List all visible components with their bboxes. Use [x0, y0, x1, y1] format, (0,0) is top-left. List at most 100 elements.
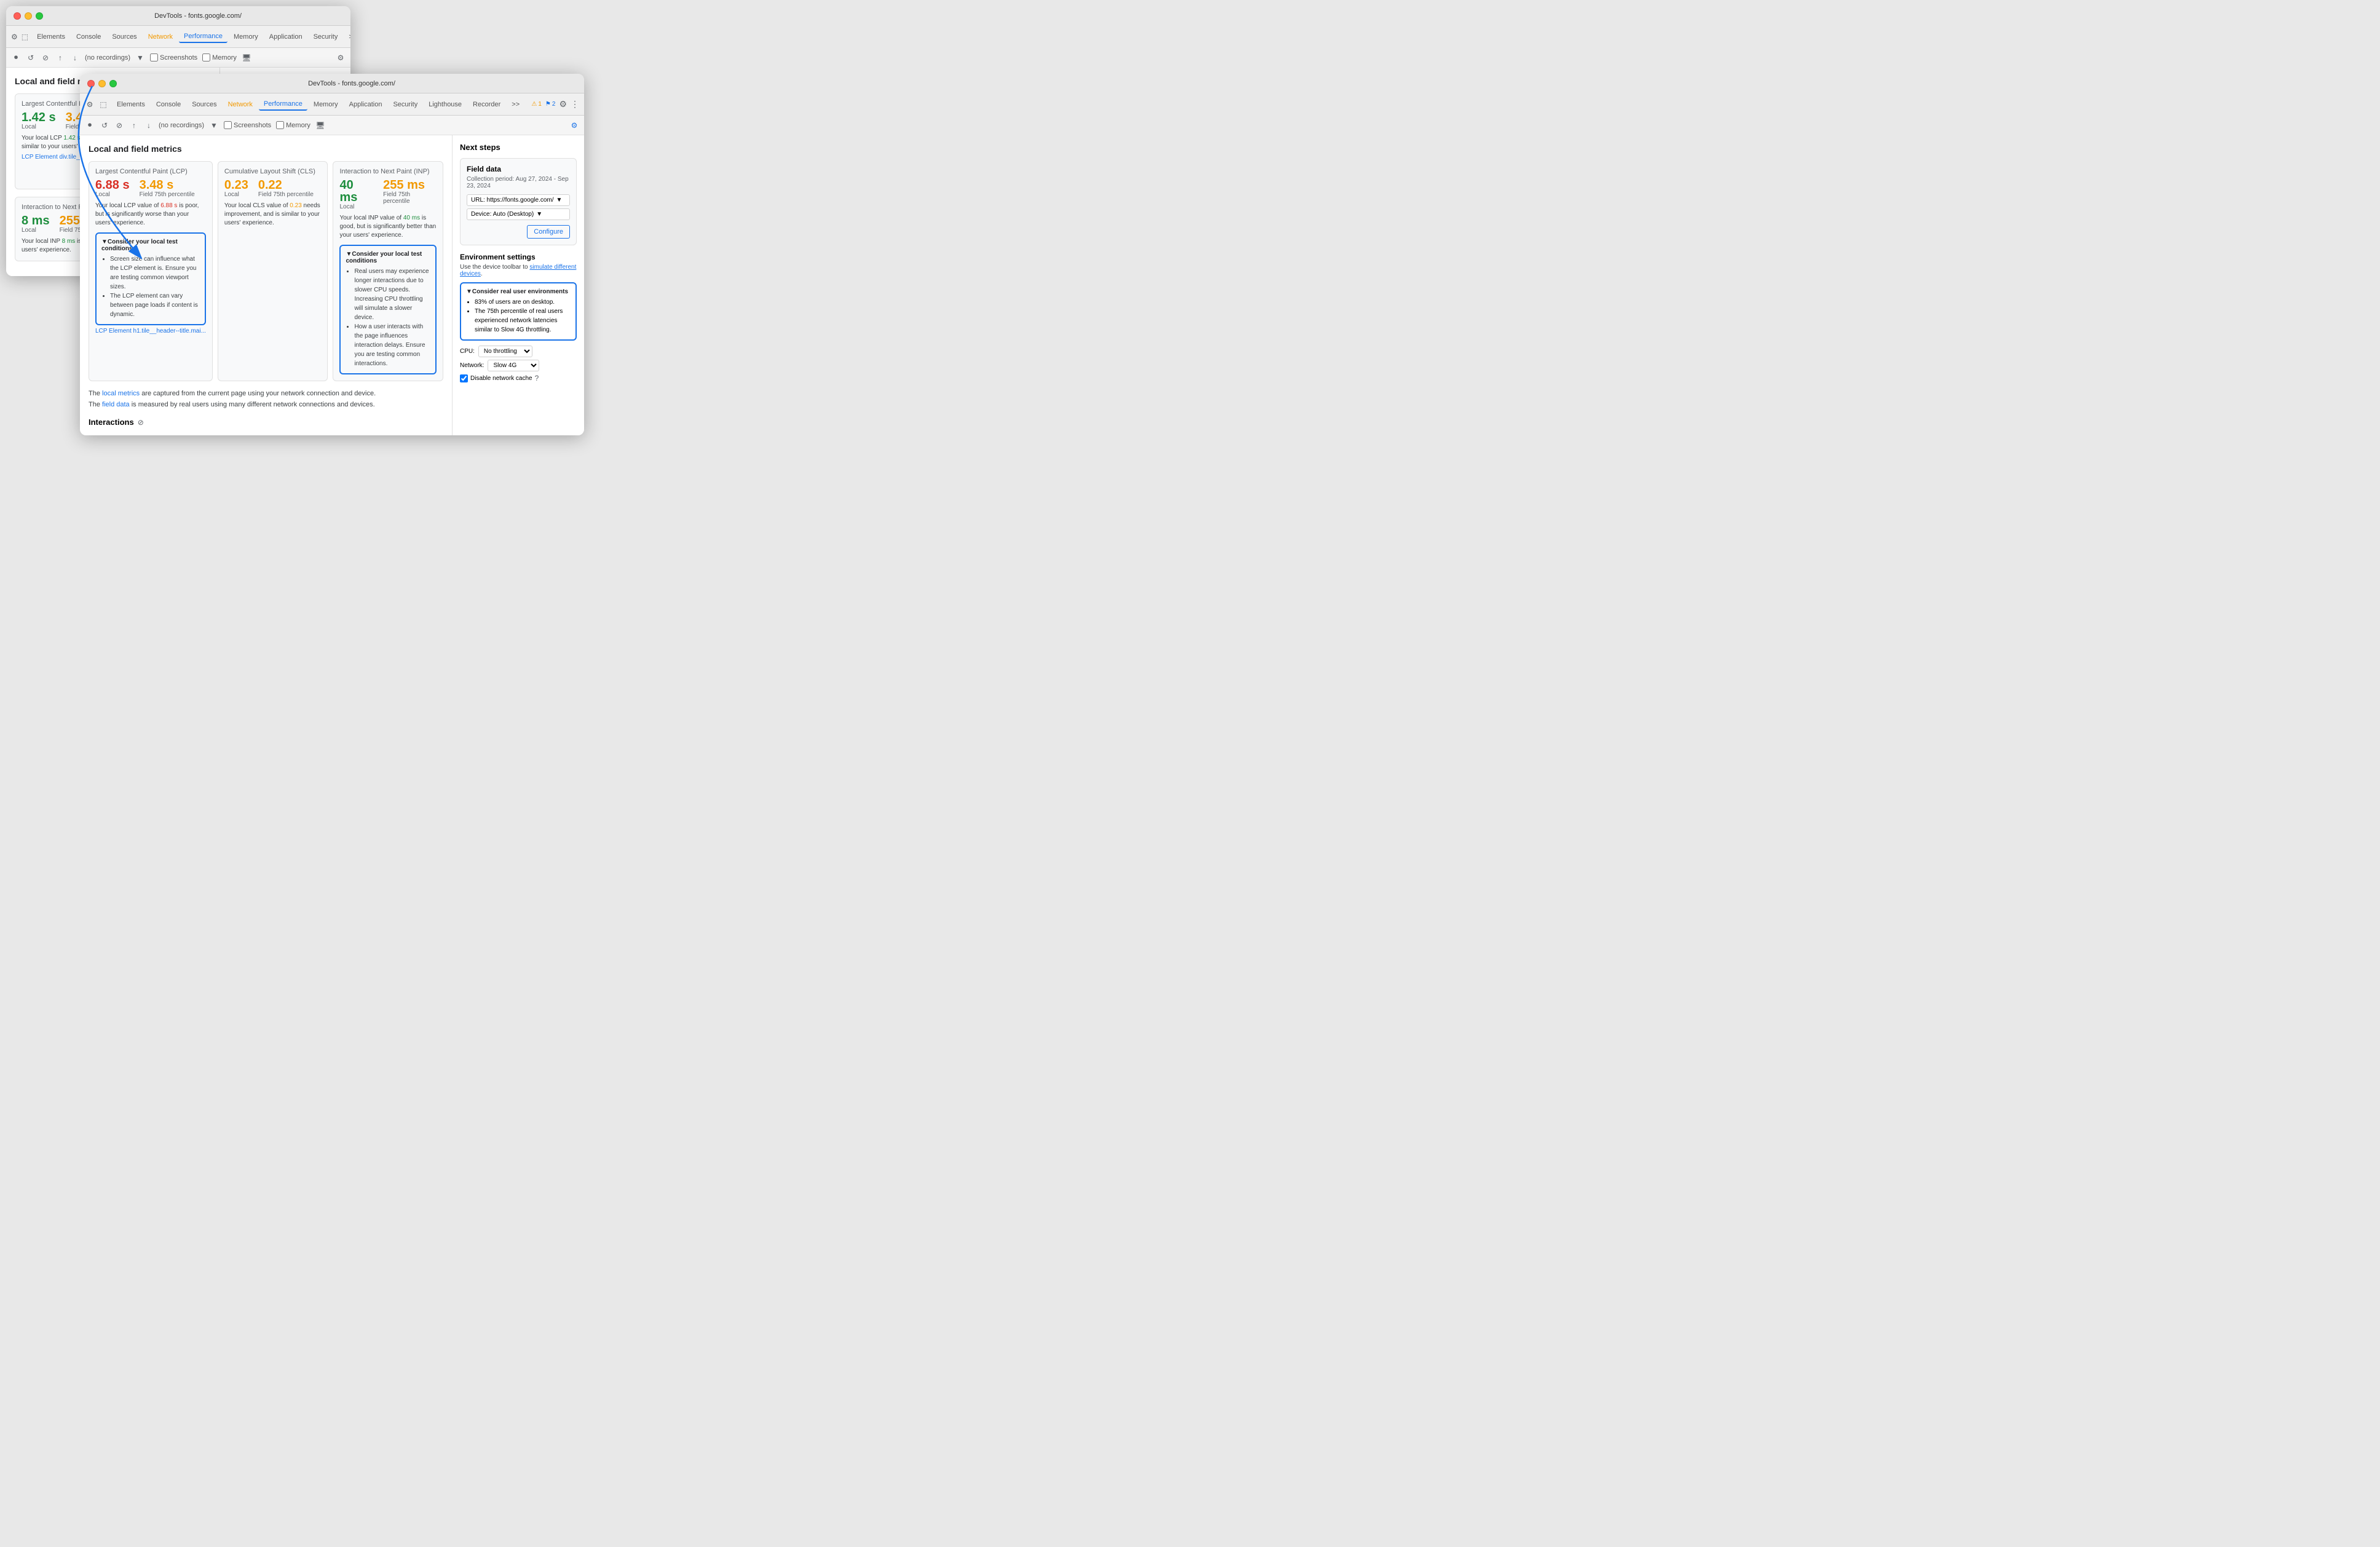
minimize-button-front[interactable]	[98, 80, 106, 87]
tab-memory-front[interactable]: Memory	[309, 99, 343, 110]
lcp-values-front: 6.88 s Local 3.48 s Field 75th percentil…	[95, 179, 206, 198]
inp-values-front: 40 ms Local 255 ms Field 75th percentile	[339, 179, 437, 210]
inp-consider-item-2: How a user interacts with the page influ…	[354, 322, 430, 368]
cpu-select[interactable]: No throttling 4x slowdown 6x slowdown	[478, 346, 532, 357]
local-metrics-link[interactable]: local metrics	[102, 390, 140, 397]
footer-text-front: The local metrics are captured from the …	[89, 389, 443, 410]
lcp-consider-box-front: ▼Consider your local test conditions Scr…	[95, 232, 206, 325]
lcp-field-group-front: 3.48 s Field 75th percentile	[140, 179, 195, 198]
cpu-icon-front[interactable]: 🖥	[315, 121, 325, 130]
inp-local-label-front: Local	[339, 204, 373, 210]
configure-button-front[interactable]: Configure	[527, 225, 570, 239]
inp-consider-item-1: Real users may experience longer interac…	[354, 267, 430, 322]
tab-security-front[interactable]: Security	[388, 99, 422, 110]
screenshots-label-front[interactable]: Screenshots	[224, 121, 271, 129]
devtools-icon[interactable]: ⚙	[11, 32, 18, 42]
no-recordings-front: (no recordings)	[159, 122, 204, 129]
lcp-local-label-back: Local	[22, 124, 56, 130]
record-button-back[interactable]: ⏺	[11, 53, 21, 63]
disable-cache-checkbox[interactable]	[460, 374, 468, 382]
close-button-front[interactable]	[87, 80, 95, 87]
inp-desc-front: Your local INP value of 40 ms is good, b…	[339, 214, 437, 240]
tab-console-front[interactable]: Console	[151, 99, 186, 110]
tab-more-back[interactable]: >>	[344, 31, 350, 42]
lcp-field-value-front: 3.48 s	[140, 179, 195, 191]
recordings-dropdown-back[interactable]: ▼	[135, 53, 145, 63]
window-body-front: Local and field metrics Largest Contentf…	[80, 135, 584, 435]
tab-lighthouse-front[interactable]: Lighthouse	[424, 99, 467, 110]
lcp-title-front: Largest Contentful Paint (LCP)	[95, 168, 206, 175]
tab-performance-back[interactable]: Performance	[179, 31, 227, 43]
env-consider-item-2: The 75th percentile of real users experi…	[475, 307, 571, 334]
tab-application-back[interactable]: Application	[264, 31, 307, 42]
tab-memory-back[interactable]: Memory	[229, 31, 263, 42]
field-data-link[interactable]: field data	[102, 401, 130, 408]
tab-recorder-front[interactable]: Recorder	[468, 99, 505, 110]
tab-application-front[interactable]: Application	[344, 99, 387, 110]
close-button-back[interactable]	[14, 12, 21, 20]
field-data-period-front: Collection period: Aug 27, 2024 - Sep 23…	[467, 176, 570, 189]
maximize-button-front[interactable]	[109, 80, 117, 87]
inp-consider-list-front: Real users may experience longer interac…	[346, 267, 430, 368]
download-button-back[interactable]: ↓	[70, 53, 80, 63]
maximize-button-back[interactable]	[36, 12, 43, 20]
memory-checkbox-back[interactable]	[202, 53, 210, 61]
minimize-button-back[interactable]	[25, 12, 32, 20]
cpu-icon-back[interactable]: 🖥	[242, 53, 251, 63]
tab-performance-front[interactable]: Performance	[259, 98, 307, 111]
env-settings-front: Environment settings Use the device tool…	[460, 253, 577, 382]
screenshots-checkbox-back[interactable]	[150, 53, 158, 61]
simulate-devices-link[interactable]: simulate different devices	[460, 264, 576, 277]
cls-desc-front: Your local CLS value of 0.23 needs impro…	[224, 202, 322, 228]
tab-console-back[interactable]: Console	[71, 31, 106, 42]
upload-button-front[interactable]: ↑	[129, 121, 139, 130]
window-title-front: DevTools - fonts.google.com/	[127, 80, 577, 87]
inspect-icon-front[interactable]: ⬚	[98, 100, 108, 109]
tab-sources-back[interactable]: Sources	[107, 31, 141, 42]
download-button-front[interactable]: ↓	[144, 121, 154, 130]
tab-elements-back[interactable]: Elements	[32, 31, 70, 42]
screenshots-checkbox-front[interactable]	[224, 121, 232, 129]
footer-line-2: The field data is measured by real users…	[89, 400, 443, 411]
url-select-front[interactable]: URL: https://fonts.google.com/ ▼	[467, 194, 570, 206]
record-button-front[interactable]: ⏺	[85, 121, 95, 130]
memory-checkbox-front[interactable]	[276, 121, 284, 129]
inp-local-value-back: 8 ms	[22, 215, 50, 227]
tab-elements-front[interactable]: Elements	[112, 99, 150, 110]
network-select[interactable]: Slow 4G Fast 3G No throttling	[488, 360, 539, 371]
tab-more-front[interactable]: >>	[507, 99, 524, 110]
clear-button-back[interactable]: ⊘	[41, 53, 50, 63]
more-icon-front[interactable]: ⋮	[571, 99, 579, 109]
footer-line-1: The local metrics are captured from the …	[89, 389, 443, 400]
lcp-local-value-back: 1.42 s	[22, 111, 56, 124]
settings-icon-front[interactable]: ⚙	[559, 99, 567, 109]
memory-label-back[interactable]: Memory	[202, 53, 237, 61]
clear-button-front[interactable]: ⊘	[114, 121, 124, 130]
gear-icon-front[interactable]: ⚙	[569, 121, 579, 130]
refresh-button-front[interactable]: ↺	[100, 121, 109, 130]
next-steps-title-front: Next steps	[460, 143, 577, 152]
inp-card-front: Interaction to Next Paint (INP) 40 ms Lo…	[333, 161, 443, 381]
inspect-icon[interactable]: ⬚	[22, 32, 28, 42]
recordings-dropdown-front[interactable]: ▼	[209, 121, 219, 130]
cls-local-group-front: 0.23 Local	[224, 179, 248, 198]
device-select-front[interactable]: Device: Auto (Desktop) ▼	[467, 208, 570, 220]
tab-network-front[interactable]: Network	[223, 99, 258, 110]
lcp-local-group-front: 6.88 s Local	[95, 179, 130, 198]
cpu-select-row: CPU: No throttling 4x slowdown 6x slowdo…	[460, 346, 577, 357]
gear-icon-back[interactable]: ⚙	[336, 53, 346, 63]
traffic-lights-back	[14, 12, 43, 20]
env-consider-item-1: 83% of users are on desktop.	[475, 298, 571, 307]
tab-sources-front[interactable]: Sources	[187, 99, 221, 110]
tab-network-back[interactable]: Network	[143, 31, 178, 42]
inp-field-value-front: 255 ms	[383, 179, 437, 191]
cls-field-group-front: 0.22 Field 75th percentile	[258, 179, 314, 198]
refresh-button-back[interactable]: ↺	[26, 53, 36, 63]
tab-security-back[interactable]: Security	[309, 31, 343, 42]
lcp-element-front[interactable]: LCP Element h1.tile__header--title.mai..…	[95, 328, 206, 334]
screenshots-label-back[interactable]: Screenshots	[150, 53, 197, 61]
devtools-icon-front[interactable]: ⚙	[85, 100, 95, 109]
help-icon: ?	[535, 374, 539, 382]
upload-button-back[interactable]: ↑	[55, 53, 65, 63]
memory-label-front[interactable]: Memory	[276, 121, 310, 129]
